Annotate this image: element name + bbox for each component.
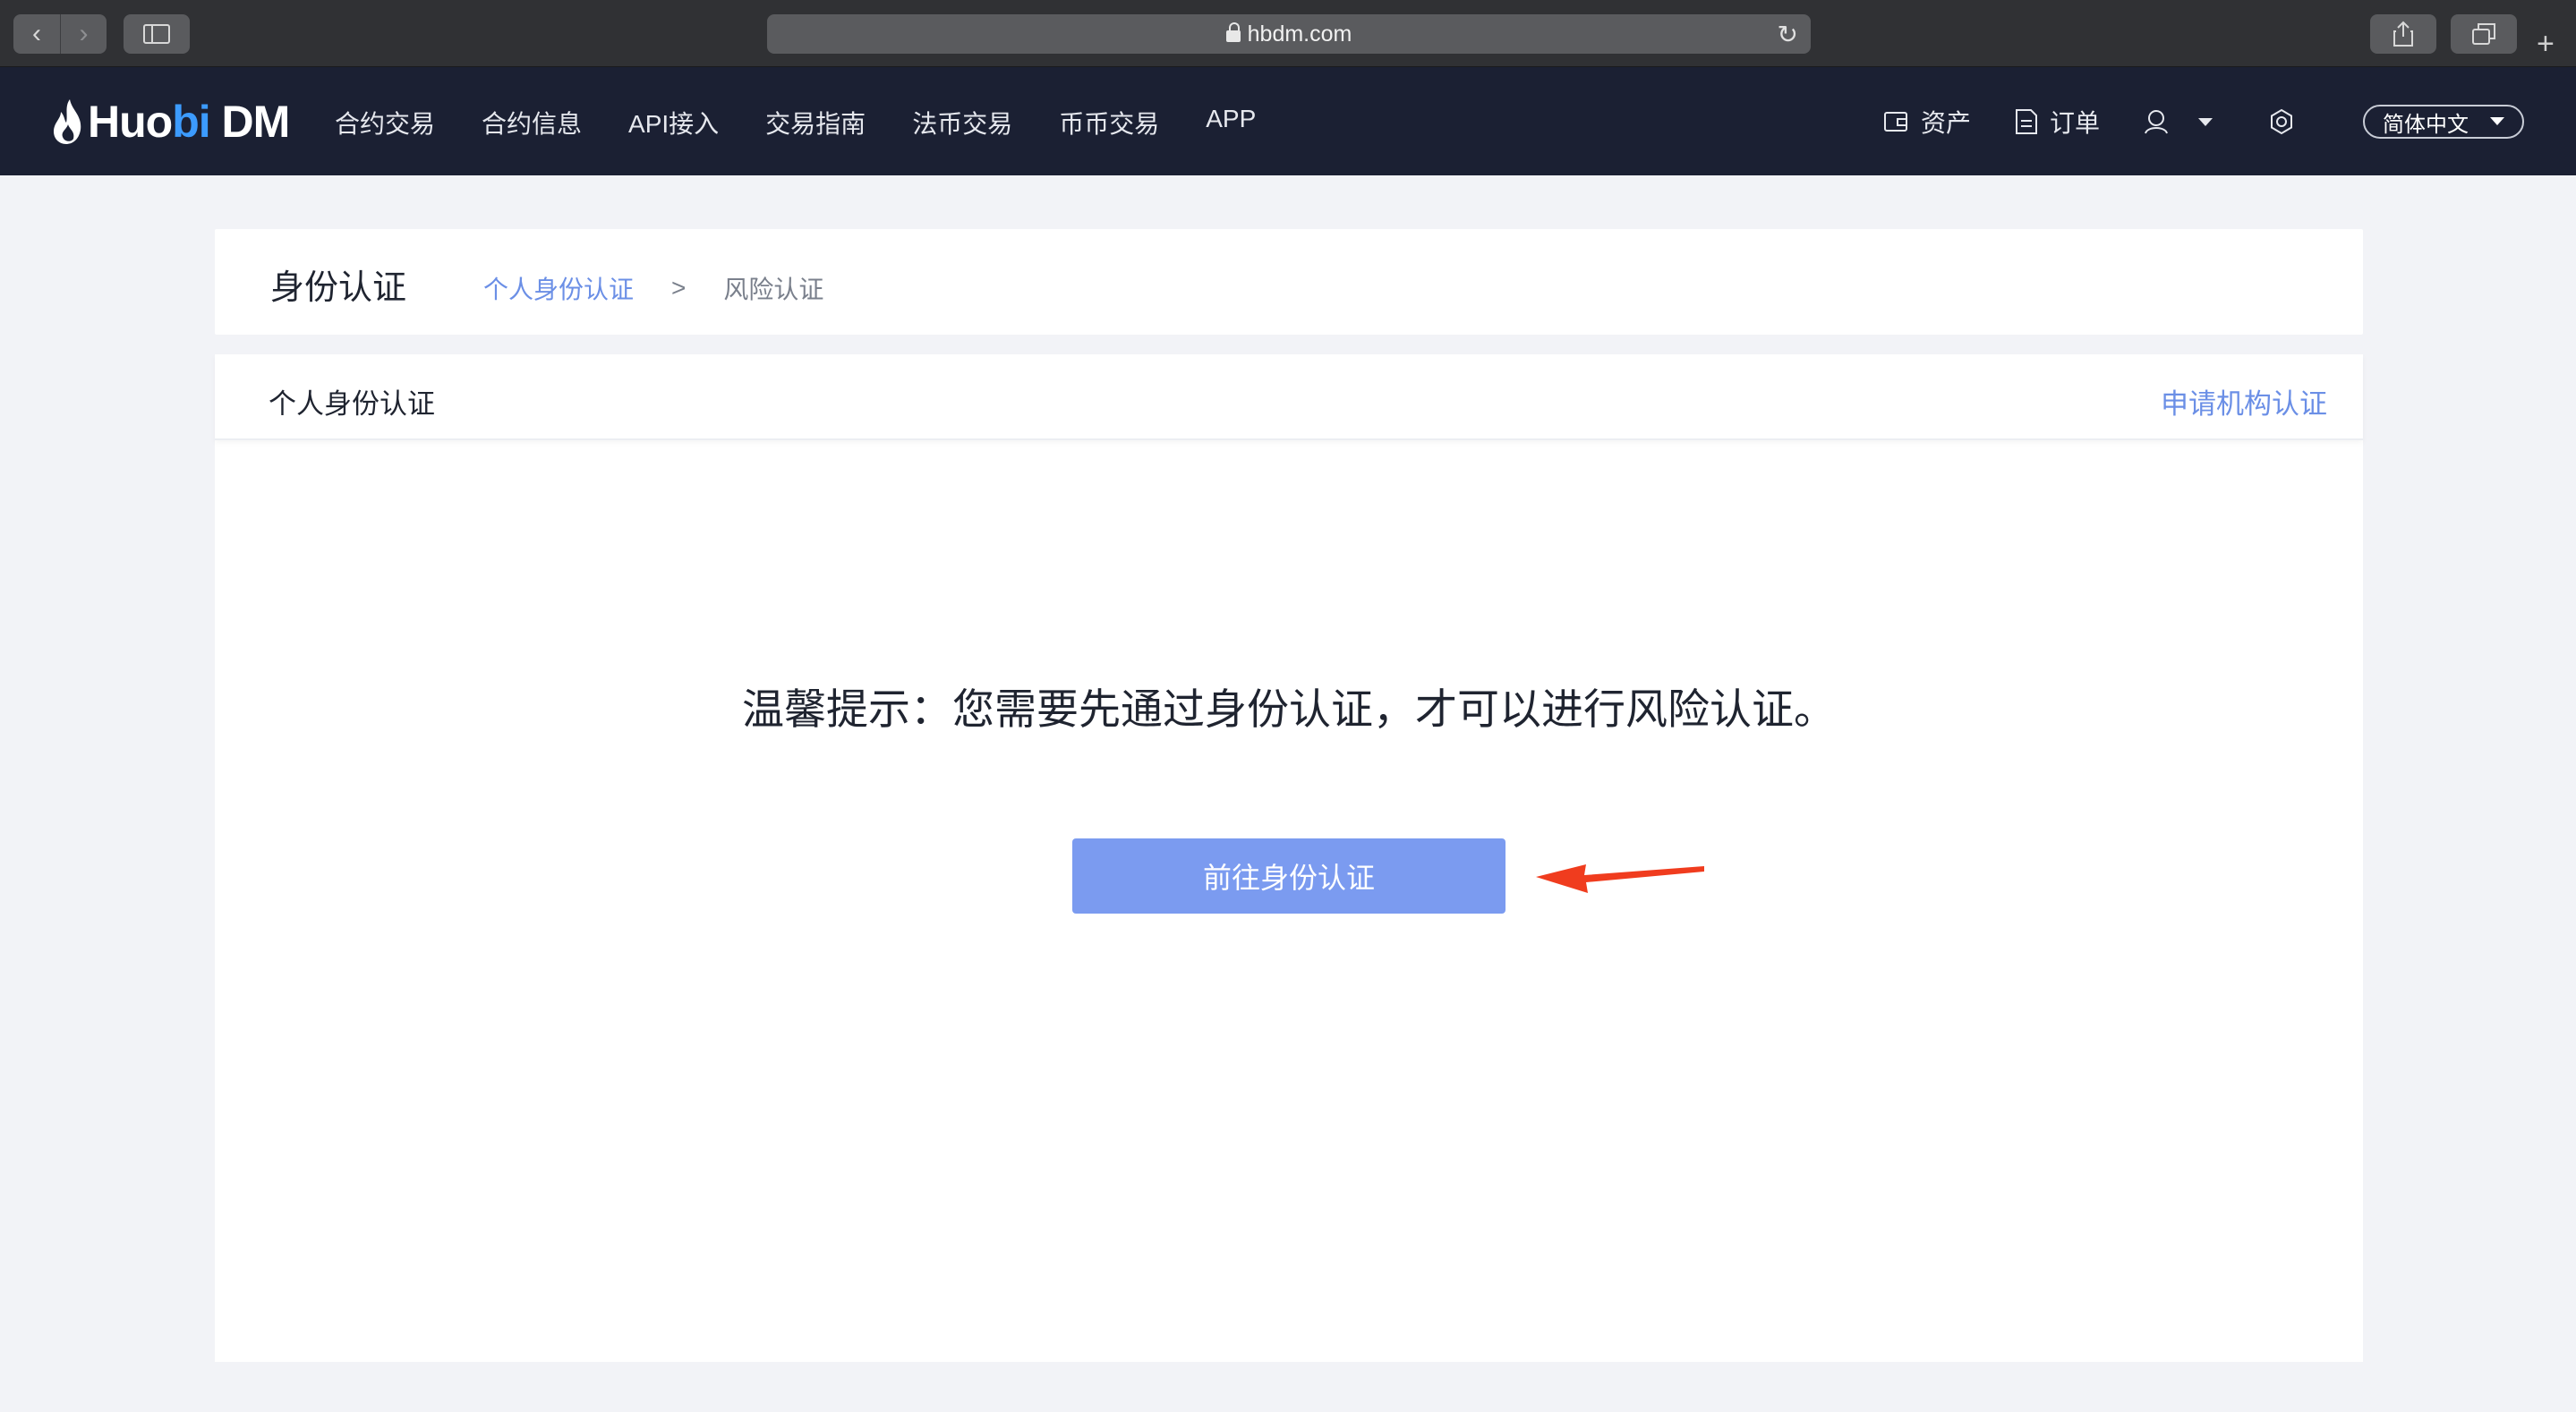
breadcrumb-risk-verification[interactable]: 风险认证 (723, 270, 823, 306)
language-select[interactable]: 简体中文 (2363, 105, 2524, 139)
card-header: 个人身份认证 申请机构认证 (215, 354, 2363, 440)
share-icon[interactable] (2370, 14, 2436, 54)
gear-icon (2271, 108, 2293, 135)
header-right-nav: 资产 订单 (1883, 101, 2349, 142)
orders-label: 订单 (2050, 109, 2101, 137)
lock-icon (1225, 21, 1241, 42)
huobi-dm-logo[interactable]: Huo bi DM (52, 92, 291, 151)
user-menu[interactable] (2143, 108, 2213, 135)
language-label: 简体中文 (2383, 112, 2469, 137)
verification-card: 个人身份认证 申请机构认证 温馨提示：您需要先通过身份认证，才可以进行风险认证。… (215, 354, 2363, 1362)
flame-icon (54, 99, 81, 144)
url-text: hbdm.com (1247, 21, 1352, 47)
logo-text-accent: bi (172, 97, 210, 147)
apply-institution-link[interactable]: 申请机构认证 (2161, 381, 2327, 421)
forward-icon[interactable]: › (60, 14, 107, 54)
annotation-arrow-icon (1536, 864, 1704, 893)
orders-link[interactable]: 订单 (2014, 104, 2100, 140)
browser-toolbar: ‹ › hbdm.com ↻ + (0, 0, 2576, 67)
nav-item-api[interactable]: API接入 (628, 105, 719, 140)
document-icon (2016, 109, 2038, 134)
assets-link[interactable]: 资产 (1883, 104, 1971, 140)
wallet-icon (1884, 112, 1907, 132)
user-icon (2145, 110, 2169, 134)
nav-item-coin-trading[interactable]: 币币交易 (1059, 105, 1159, 140)
address-bar[interactable]: hbdm.com ↻ (767, 14, 1811, 54)
breadcrumb-personal-verification[interactable]: 个人身份认证 (483, 270, 634, 306)
card-header-title: 个人身份认证 (269, 388, 435, 420)
breadcrumb: 个人身份认证 > 风险认证 (483, 270, 823, 306)
chevron-down-icon (2490, 117, 2504, 125)
logo-text-suffix: DM (209, 97, 291, 147)
nav-item-contract-info[interactable]: 合约信息 (482, 105, 582, 140)
page-title: 身份认证 (270, 269, 407, 307)
back-icon[interactable]: ‹ (13, 14, 60, 54)
logo-text: Huo (88, 97, 173, 147)
nav-item-contract-trading[interactable]: 合约交易 (335, 105, 435, 140)
reload-icon[interactable]: ↻ (1778, 20, 1798, 49)
assets-label: 资产 (1921, 109, 1972, 137)
title-card: 身份认证 个人身份认证 > 风险认证 (215, 229, 2363, 335)
nav-item-fiat-trading[interactable]: 法币交易 (912, 105, 1012, 140)
go-to-verification-button[interactable]: 前往身份认证 (1072, 838, 1506, 914)
browser-nav-buttons: ‹ › (13, 14, 107, 54)
tip-message: 温馨提示：您需要先通过身份认证，才可以进行风险认证。 (742, 685, 1836, 733)
sidebar-toggle-icon[interactable] (124, 14, 190, 54)
tabs-overview-icon[interactable] (2451, 14, 2517, 54)
breadcrumb-separator: > (671, 274, 687, 302)
site-header: Huo bi DM 合约交易 合约信息 API接入 交易指南 法币交易 币币交易 … (0, 67, 2576, 175)
settings-button[interactable] (2268, 108, 2306, 135)
chevron-down-icon (2198, 117, 2213, 126)
nav-item-trading-guide[interactable]: 交易指南 (765, 105, 866, 140)
new-tab-icon[interactable]: + (2537, 27, 2555, 62)
main-nav: 合约交易 合约信息 API接入 交易指南 法币交易 币币交易 APP (335, 105, 1302, 140)
nav-item-app[interactable]: APP (1206, 105, 1256, 140)
